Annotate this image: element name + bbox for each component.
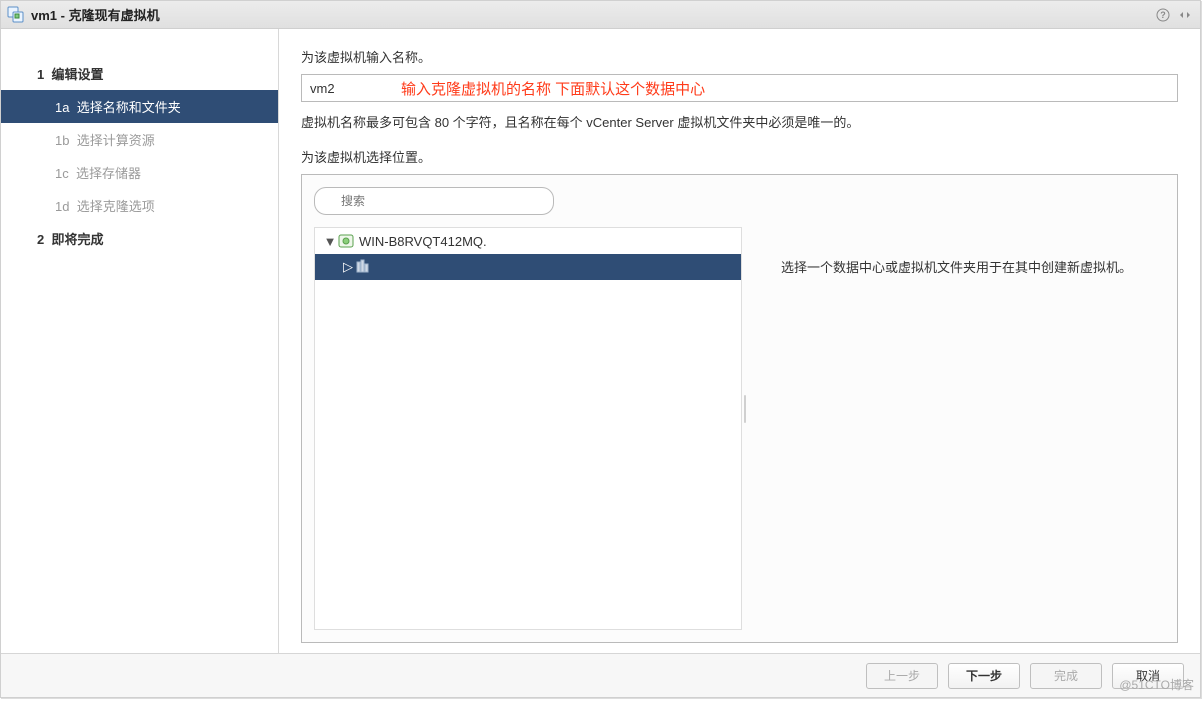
titlebar[interactable]: vm1 - 克隆现有虚拟机 ?	[1, 1, 1200, 29]
step-label: 选择计算资源	[77, 133, 155, 148]
cancel-button[interactable]: 取消	[1112, 663, 1184, 689]
step-num: 1a	[55, 100, 69, 115]
name-prompt: 为该虚拟机输入名称。	[301, 47, 1178, 66]
help-icon[interactable]: ?	[1154, 6, 1172, 24]
search-wrap	[314, 187, 554, 215]
vm-clone-icon	[7, 6, 25, 24]
svg-text:?: ?	[1160, 10, 1166, 20]
step-label: 编辑设置	[51, 67, 103, 82]
tree-datacenter[interactable]: ▷	[315, 254, 741, 280]
finish-button[interactable]: 完成	[1030, 663, 1102, 689]
back-button[interactable]: 上一步	[866, 663, 938, 689]
step-num: 1c	[55, 166, 69, 181]
chevron-down-icon[interactable]: ▼	[323, 234, 337, 249]
vcenter-icon	[337, 232, 355, 250]
step-label: 选择克隆选项	[77, 199, 155, 214]
step-1b[interactable]: 1b 选择计算资源	[1, 123, 278, 156]
step-2[interactable]: 2 即将完成	[1, 222, 278, 255]
step-num: 2	[37, 232, 44, 247]
step-num: 1b	[55, 133, 69, 148]
step-1d[interactable]: 1d 选择克隆选项	[1, 189, 278, 222]
location-hint: 选择一个数据中心或虚拟机文件夹用于在其中创建新虚拟机。	[781, 257, 1132, 276]
step-label: 选择名称和文件夹	[77, 100, 181, 115]
location-prompt: 为该虚拟机选择位置。	[301, 147, 1178, 166]
location-tree[interactable]: ▼ WIN-B8RVQT412MQ. ▷	[314, 227, 742, 630]
expand-icon[interactable]	[1176, 6, 1194, 24]
dialog-body: 1 编辑设置 1a 选择名称和文件夹 1b 选择计算资源 1c 选择存储器 1d…	[1, 29, 1200, 653]
clone-vm-dialog: vm1 - 克隆现有虚拟机 ? 1 编辑设置 1a 选择名称和文件夹 1b 选择…	[0, 0, 1201, 698]
step-1[interactable]: 1 编辑设置	[1, 57, 278, 90]
dialog-footer: 上一步 下一步 完成 取消	[1, 653, 1200, 697]
step-num: 1d	[55, 199, 69, 214]
step-1a[interactable]: 1a 选择名称和文件夹	[1, 90, 278, 123]
step-label: 选择存储器	[76, 166, 141, 181]
next-button[interactable]: 下一步	[948, 663, 1020, 689]
step-label: 即将完成	[51, 232, 103, 247]
vm-name-input[interactable]	[301, 74, 1178, 102]
wizard-steps: 1 编辑设置 1a 选择名称和文件夹 1b 选择计算资源 1c 选择存储器 1d…	[1, 29, 279, 653]
location-hint-pane: 选择一个数据中心或虚拟机文件夹用于在其中创建新虚拟机。	[748, 187, 1165, 630]
step-num: 1	[37, 67, 44, 82]
name-input-row: 输入克隆虚拟机的名称 下面默认这个数据中心	[301, 74, 1178, 102]
step-1c[interactable]: 1c 选择存储器	[1, 156, 278, 189]
tree-root[interactable]: ▼ WIN-B8RVQT412MQ.	[315, 228, 741, 254]
name-note: 虚拟机名称最多可包含 80 个字符，且名称在每个 vCenter Server …	[301, 112, 1178, 131]
tree-pane: ▼ WIN-B8RVQT412MQ. ▷	[314, 187, 742, 630]
search-input[interactable]	[314, 187, 554, 215]
window-title: vm1 - 克隆现有虚拟机	[31, 5, 160, 24]
location-panel: ▼ WIN-B8RVQT412MQ. ▷	[301, 174, 1178, 643]
chevron-right-icon[interactable]: ▷	[341, 259, 355, 275]
main-panel: 为该虚拟机输入名称。 输入克隆虚拟机的名称 下面默认这个数据中心 虚拟机名称最多…	[279, 29, 1200, 653]
datacenter-icon	[355, 258, 373, 276]
tree-root-label: WIN-B8RVQT412MQ.	[359, 234, 487, 249]
